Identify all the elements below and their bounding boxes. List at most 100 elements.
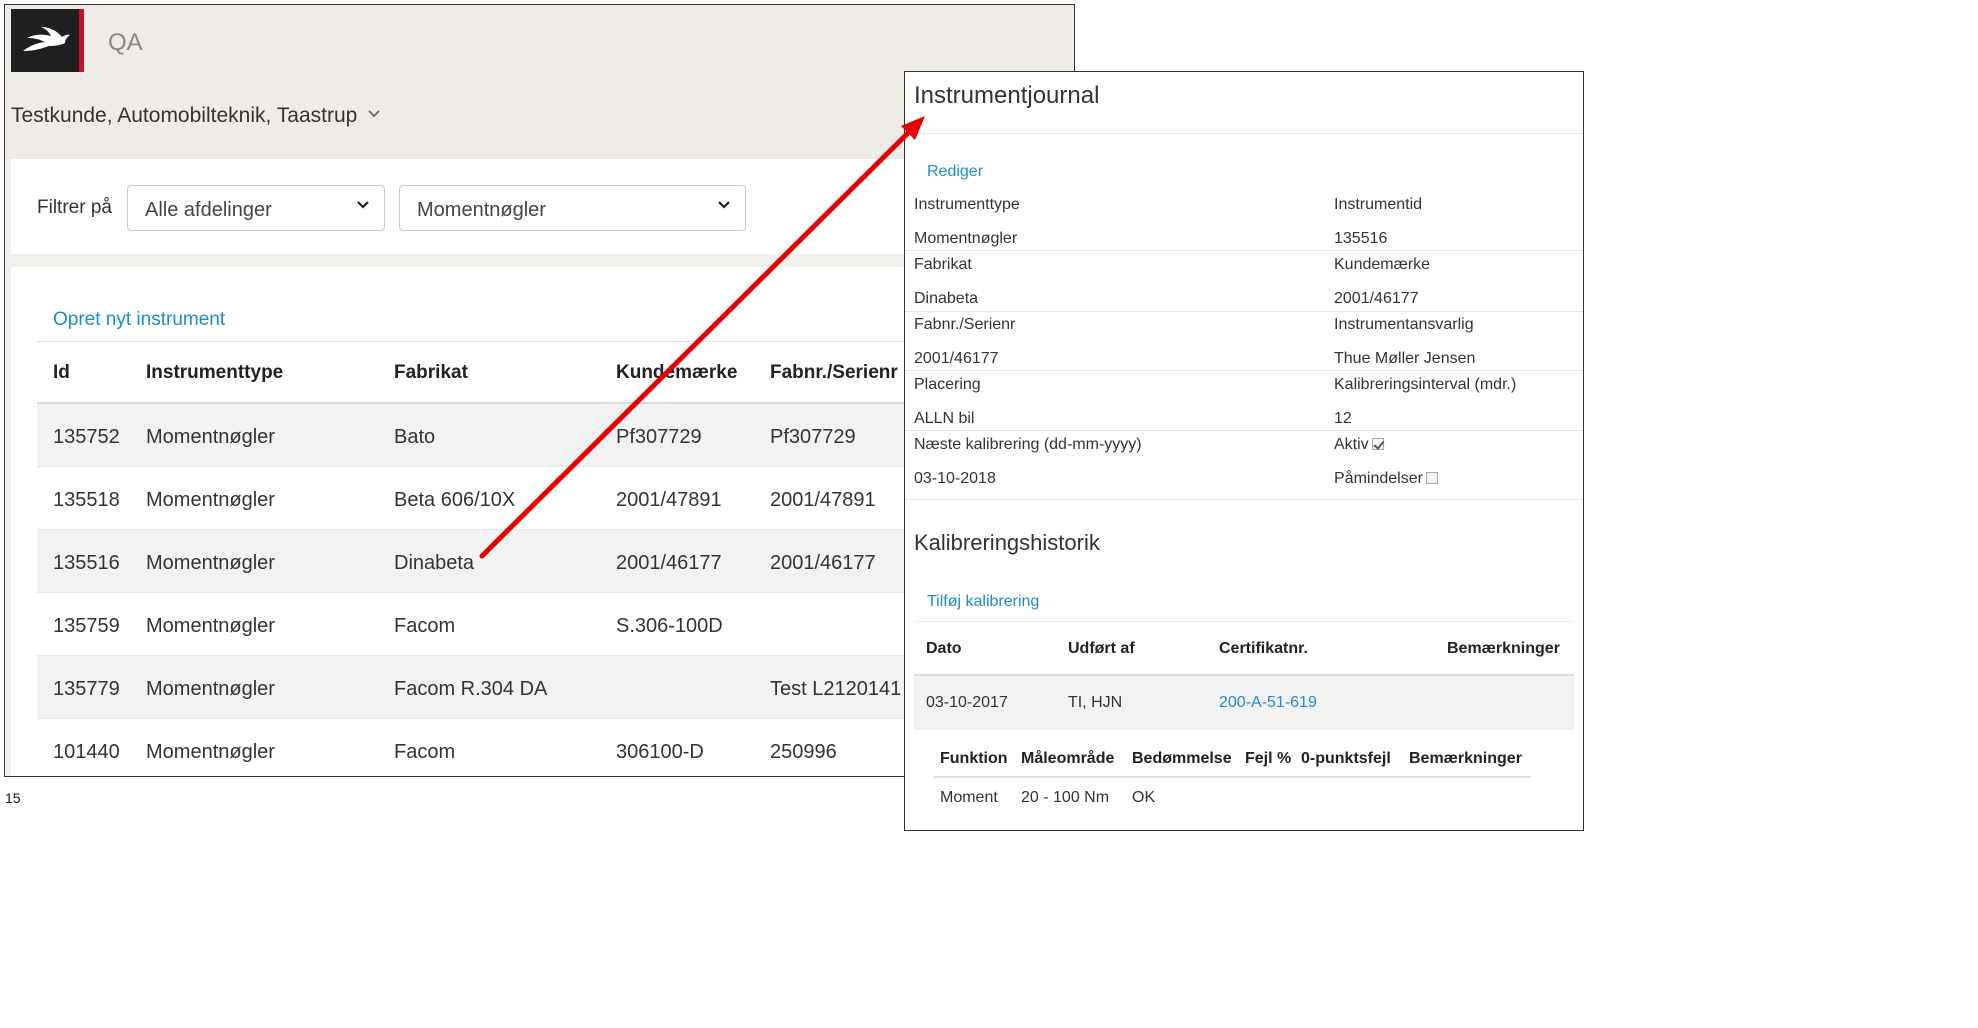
cell-serial: 2001/46177 — [770, 552, 876, 574]
company-logo[interactable] — [11, 9, 84, 72]
filter-label: Filtrer på — [37, 197, 112, 218]
department-select[interactable]: Alle afdelinger — [127, 185, 385, 231]
cell-customer-mark: 2001/46177 — [616, 552, 722, 574]
cell-make: Facom R.304 DA — [394, 678, 548, 700]
column-header-date[interactable]: Dato — [926, 640, 962, 658]
cell-customer-mark: S.306-100D — [616, 615, 723, 637]
next-calibration-value: 03-10-2018 — [914, 470, 996, 487]
cell-make: Facom — [394, 741, 456, 763]
table-row[interactable]: 03-10-2017 TI, HJN 200-A-51-619 — [914, 676, 1574, 730]
column-header-performed-by[interactable]: Udført af — [1068, 640, 1135, 658]
placement-value: ALLN bil — [914, 410, 975, 427]
cell-id: 135516 — [53, 552, 120, 574]
column-header-id[interactable]: Id — [53, 362, 70, 384]
active-checkbox[interactable] — [1371, 438, 1384, 450]
placement-label: Placering — [914, 376, 981, 393]
owner-value: Thue Møller Jensen — [1334, 350, 1476, 367]
active-label: Aktiv — [1334, 436, 1369, 453]
calibration-history-title: Kalibreringshistorik — [914, 530, 1100, 555]
cell-serial: 250996 — [770, 741, 837, 763]
cell-serial: Test L2120141 — [770, 678, 902, 700]
measurement-function: Moment — [940, 789, 998, 806]
history-header-row: Dato Udført af Certifikatnr. Bemærkninge… — [914, 621, 1574, 676]
cell-type: Momentnøgler — [146, 741, 275, 763]
cell-customer-mark: 306100-D — [616, 741, 704, 763]
column-header-instrumenttype[interactable]: Instrumenttype — [146, 362, 283, 384]
column-header-kundemaerke[interactable]: Kundemærke — [616, 362, 737, 384]
cell-serial: Pf307729 — [770, 426, 856, 448]
column-header-function: Funktion — [940, 750, 1008, 767]
cell-id: 135779 — [53, 678, 120, 700]
cell-type: Momentnøgler — [146, 552, 275, 574]
app-title: QA — [108, 29, 143, 56]
history-date: 03-10-2017 — [926, 694, 1008, 711]
column-header-zero-error: 0-punktsfejl — [1301, 750, 1391, 767]
cell-type: Momentnøgler — [146, 489, 275, 511]
instrument-type-select[interactable]: Momentnøgler — [399, 185, 746, 231]
measurement-assessment: OK — [1132, 789, 1156, 806]
cell-id: 135759 — [53, 615, 120, 637]
id-value: 135516 — [1334, 230, 1388, 247]
customer-mark-label: Kundemærke — [1334, 256, 1431, 273]
serial-value: 2001/46177 — [914, 350, 999, 367]
id-label: Instrumentid — [1334, 196, 1423, 213]
customer-selector[interactable]: Testkunde, Automobilteknik, Taastrup — [11, 104, 357, 128]
serial-label: Fabnr./Serienr — [914, 316, 1016, 333]
next-calibration-label: Næste kalibrering (dd-mm-yyyy) — [914, 436, 1142, 453]
owner-label: Instrumentansvarlig — [1334, 316, 1474, 333]
instrument-journal-panel: Instrumentjournal Rediger Instrumenttype… — [904, 71, 1584, 831]
cell-customer-mark: 2001/47891 — [616, 489, 722, 511]
add-calibration-link[interactable]: Tilføj kalibrering — [927, 593, 1039, 611]
column-header-fabrikat[interactable]: Fabrikat — [394, 362, 468, 384]
cell-id: 135518 — [53, 489, 120, 511]
column-header-serienr[interactable]: Fabnr./Serienr — [770, 362, 898, 384]
cell-serial: 2001/47891 — [770, 489, 876, 511]
measurement-range: 20 - 100 Nm — [1021, 789, 1110, 806]
type-value: Momentnøgler — [914, 230, 1018, 247]
history-performed-by: TI, HJN — [1068, 694, 1123, 711]
make-label: Fabrikat — [914, 256, 972, 273]
active-field: Aktiv — [1334, 436, 1384, 454]
reminders-field: Påmindelser — [1334, 470, 1438, 488]
cell-make: Beta 606/10X — [394, 489, 516, 511]
chevron-down-icon — [357, 201, 369, 209]
cell-id: 101440 — [53, 741, 120, 763]
column-header-remarks: Bemærkninger — [1409, 750, 1522, 767]
column-header-certificate[interactable]: Certifikatnr. — [1219, 640, 1308, 658]
divider — [905, 499, 1583, 500]
chevron-down-icon — [718, 201, 730, 209]
certificate-link[interactable]: 200-A-51-619 — [1219, 694, 1317, 712]
interval-value: 12 — [1334, 410, 1352, 427]
divider — [905, 370, 1583, 371]
divider — [905, 311, 1583, 312]
divider — [905, 250, 1583, 251]
divider — [905, 430, 1583, 431]
cell-type: Momentnøgler — [146, 678, 275, 700]
type-label: Instrumenttype — [914, 196, 1020, 213]
cell-type: Momentnøgler — [146, 426, 275, 448]
cell-make: Facom — [394, 615, 456, 637]
journal-title: Instrumentjournal — [914, 82, 1100, 109]
reminders-checkbox[interactable] — [1425, 472, 1438, 484]
pegasus-logo-icon — [23, 27, 70, 51]
make-value: Dinabeta — [914, 290, 979, 307]
column-header-range: Måleområde — [1021, 750, 1115, 767]
cell-type: Momentnøgler — [146, 615, 275, 637]
edit-link[interactable]: Rediger — [927, 163, 983, 181]
cell-customer-mark: Pf307729 — [616, 426, 702, 448]
table-row: Moment 20 - 100 Nm OK — [934, 778, 1531, 818]
screenshot-stage: QA Testkunde, Automobilteknik, Taastrup … — [0, 0, 1584, 831]
column-header-error-pct: Fejl % — [1245, 750, 1292, 767]
chevron-down-icon[interactable] — [367, 106, 381, 124]
column-header-assessment: Bedømmelse — [1132, 750, 1232, 767]
create-instrument-link[interactable]: Opret nyt instrument — [53, 309, 225, 331]
column-header-notes[interactable]: Bemærkninger — [1447, 640, 1560, 658]
cell-make: Bato — [394, 426, 436, 448]
department-select-value: Alle afdelinger — [145, 199, 272, 221]
interval-label: Kalibreringsinterval (mdr.) — [1334, 376, 1517, 393]
cell-make: Dinabeta — [394, 552, 475, 574]
cell-id: 135752 — [53, 426, 120, 448]
measurement-header-row: Funktion Måleområde Bedømmelse Fejl % 0-… — [934, 740, 1531, 778]
instrument-type-select-value: Momentnøgler — [417, 199, 546, 221]
divider — [905, 133, 1583, 134]
